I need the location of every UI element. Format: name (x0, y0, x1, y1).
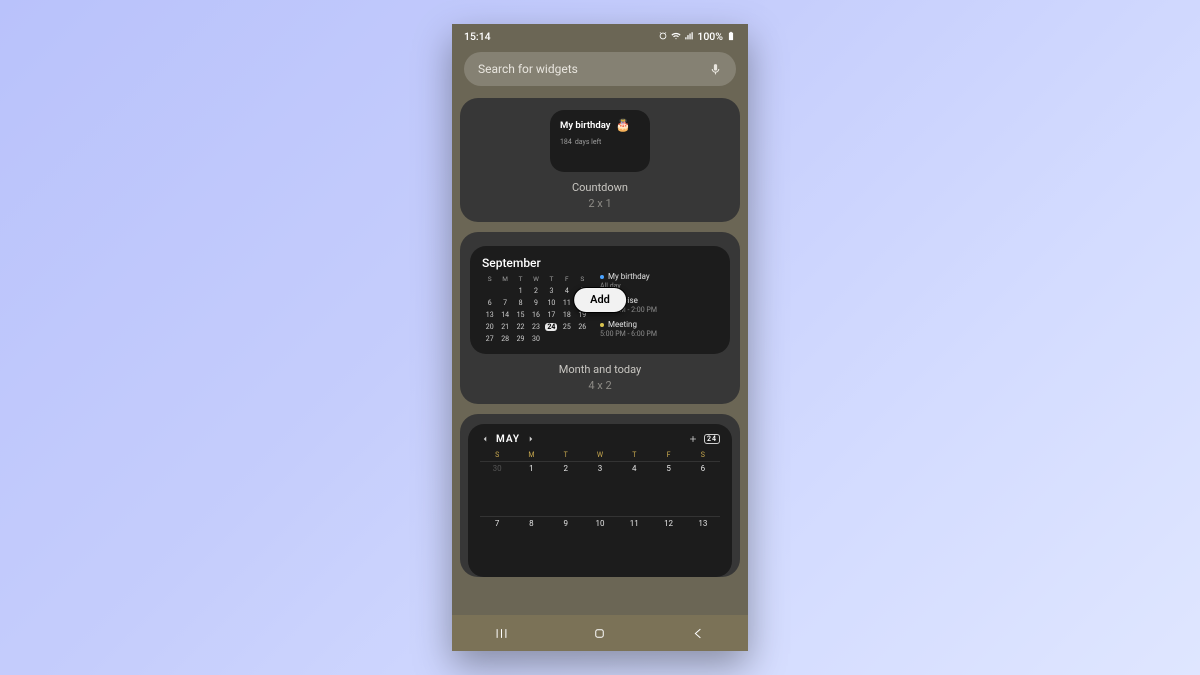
month-today-widget-preview: September SMTWTFS12345678910111213141516… (470, 246, 730, 354)
alarm-icon (658, 31, 668, 41)
countdown-number: 184 (560, 138, 572, 146)
widget-card-month-today[interactable]: September SMTWTFS12345678910111213141516… (460, 232, 740, 404)
back-button[interactable] (691, 626, 706, 641)
widget-size: 4 x 2 (470, 378, 730, 394)
countdown-title: My birthday (560, 120, 610, 131)
chevron-right-icon[interactable] (526, 434, 536, 444)
widget-name: Month and today (470, 362, 730, 378)
plus-icon[interactable] (688, 434, 698, 444)
recents-button[interactable] (494, 626, 509, 641)
cake-icon: 🎂 (615, 118, 630, 132)
signal-icon (684, 31, 694, 41)
countdown-unit: days left (575, 138, 602, 146)
big-month-label: MAY (496, 434, 520, 445)
month-widget-preview: MAY 24 SMTWTFS3012345678910111213 (468, 424, 732, 577)
nav-bar (452, 615, 748, 651)
phone-frame: 15:14 100% Search for widgets My birthda… (452, 24, 748, 651)
status-bar: 15:14 100% (452, 24, 748, 46)
wifi-icon (671, 31, 681, 41)
widget-card-month[interactable]: MAY 24 SMTWTFS3012345678910111213 (460, 414, 740, 577)
widget-name: Countdown (470, 180, 730, 196)
home-button[interactable] (592, 626, 607, 641)
add-button[interactable]: Add (573, 287, 627, 313)
chevron-left-icon[interactable] (480, 434, 490, 444)
widget-size: 2 x 1 (470, 196, 730, 212)
today-icon[interactable]: 24 (704, 434, 720, 444)
month-label: September (482, 256, 590, 270)
search-input[interactable]: Search for widgets (464, 52, 736, 86)
mini-calendar-grid: SMTWTFS123456789101112131415161718192021… (482, 275, 590, 343)
countdown-widget-preview: My birthday 🎂 184 days left (550, 110, 650, 172)
big-calendar-grid: SMTWTFS3012345678910111213 (480, 451, 720, 571)
search-placeholder: Search for widgets (478, 62, 578, 76)
battery-icon (726, 31, 736, 41)
battery-text: 100% (697, 30, 723, 43)
widget-card-countdown[interactable]: My birthday 🎂 184 days left Countdown 2 … (460, 98, 740, 222)
mic-icon[interactable] (709, 63, 722, 76)
status-time: 15:14 (464, 30, 491, 43)
